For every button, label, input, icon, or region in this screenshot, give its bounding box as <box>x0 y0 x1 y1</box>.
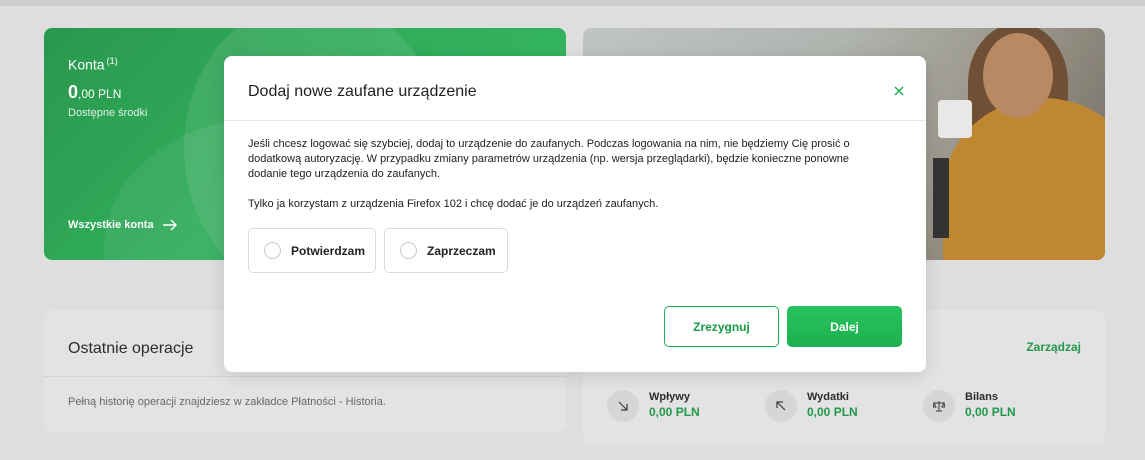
arrow-right-icon <box>162 219 177 231</box>
trusted-device-modal: Dodaj nowe zaufane urządzenie Jeśli chce… <box>224 56 926 372</box>
accounts-title: Konta (1) <box>68 56 118 73</box>
cancel-button[interactable]: Zrezygnuj <box>664 306 779 347</box>
modal-title: Dodaj nowe zaufane urządzenie <box>248 83 477 100</box>
next-button[interactable]: Dalej <box>787 306 902 347</box>
modal-divider <box>224 120 926 121</box>
confirm-radio-option[interactable]: Potwierdzam <box>248 228 376 273</box>
accounts-subtitle: Dostępne środki <box>68 107 148 119</box>
modal-description: Jeśli chcesz logować się szybciej, dodaj… <box>248 138 850 180</box>
deny-radio-option[interactable]: Zaprzeczam <box>384 228 508 273</box>
accounts-footnote: (1) <box>106 56 118 66</box>
all-accounts-link[interactable]: Wszystkie konta <box>68 219 178 231</box>
radio-circle[interactable] <box>400 242 417 259</box>
accounts-balance: 0,00 PLN <box>68 82 122 102</box>
close-icon[interactable] <box>892 84 906 98</box>
radio-circle[interactable] <box>264 242 281 259</box>
modal-question: Tylko ja korzystam z urządzenia Firefox … <box>248 198 659 210</box>
